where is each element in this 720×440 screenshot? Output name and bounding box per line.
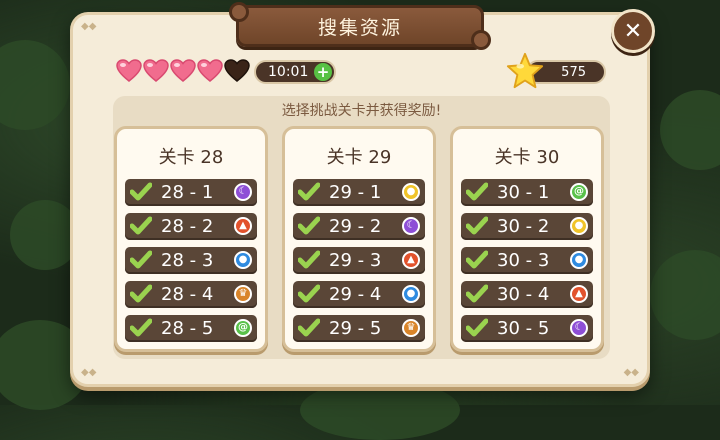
crown-icon: ♛ xyxy=(234,285,252,303)
fire-icon: ▲ xyxy=(570,285,588,303)
stage-title: 关卡 30 xyxy=(494,147,560,168)
lives-timer: 10:01 + xyxy=(254,60,336,84)
level-label: 29 - 1 xyxy=(329,182,382,203)
level-row[interactable]: 30 - 4 ▲ xyxy=(461,281,593,308)
level-label: 28 - 1 xyxy=(161,182,214,203)
checkmark-icon xyxy=(298,250,320,269)
checkmark-icon xyxy=(130,284,152,303)
stage-card: 关卡 30 30 - 1 @30 - 2 ● 30 - 3 ● 30 - 4 ▲ 30 - 5 ☾ xyxy=(450,126,604,352)
level-label: 29 - 2 xyxy=(329,216,382,237)
close-button[interactable]: ✕ xyxy=(611,9,655,53)
stage-title: 关卡 29 xyxy=(326,147,392,168)
heart-full-icon xyxy=(197,59,223,82)
level-label: 30 - 3 xyxy=(497,250,550,271)
checkmark-icon xyxy=(130,250,152,269)
stage-card: 关卡 28 28 - 1 ☾ 28 - 2 ▲ 28 - 3 ● 28 - 4 ♛ 28 - 5 @ xyxy=(114,126,268,352)
level-row[interactable]: 28 - 2 ▲ xyxy=(125,213,257,240)
level-row[interactable]: 30 - 1 @ xyxy=(461,179,593,206)
water-drop-icon: ● xyxy=(402,285,420,303)
banner-curl-icon xyxy=(471,30,491,50)
fire-icon: ▲ xyxy=(234,217,252,235)
level-row[interactable]: 30 - 2 ● xyxy=(461,213,593,240)
checkmark-icon xyxy=(298,182,320,201)
level-row[interactable]: 29 - 5 ♛ xyxy=(293,315,425,342)
level-row[interactable]: 29 - 3 ▲ xyxy=(293,247,425,274)
level-label: 28 - 4 xyxy=(161,284,214,305)
corner-ornament-icon: ◆◆ xyxy=(623,367,639,378)
level-label: 28 - 5 xyxy=(161,318,214,339)
level-row[interactable]: 29 - 4 ● xyxy=(293,281,425,308)
swirl-icon: @ xyxy=(570,183,588,201)
level-label: 30 - 4 xyxy=(497,284,550,305)
heart-full-icon xyxy=(143,59,169,82)
level-row[interactable]: 28 - 3 ● xyxy=(125,247,257,274)
heart-full-icon xyxy=(116,59,142,82)
water-drop-icon: ● xyxy=(234,251,252,269)
level-row[interactable]: 30 - 3 ● xyxy=(461,247,593,274)
level-row[interactable]: 28 - 5 @ xyxy=(125,315,257,342)
checkmark-icon xyxy=(466,250,488,269)
water-drop-icon: ● xyxy=(570,251,588,269)
checkmark-icon xyxy=(130,318,152,337)
checkmark-icon xyxy=(466,284,488,303)
stage-card: 关卡 29 29 - 1 ● 29 - 2 ☾ 29 - 3 ▲ 29 - 4 ● 29 - 5 ♛ xyxy=(282,126,436,352)
level-row[interactable]: 28 - 1 ☾ xyxy=(125,179,257,206)
stage-title: 关卡 28 xyxy=(158,147,224,168)
subtitle: 选择挑战关卡并获得奖励! xyxy=(281,103,442,119)
moon-icon: ☾ xyxy=(570,319,588,337)
close-icon: ✕ xyxy=(623,18,643,44)
checkmark-icon xyxy=(298,216,320,235)
level-label: 30 - 1 xyxy=(497,182,550,203)
star-icon xyxy=(506,52,544,89)
checkmark-icon xyxy=(298,318,320,337)
crown-icon: ♛ xyxy=(402,319,420,337)
title-banner: 搜集资源 xyxy=(229,2,491,50)
corner-ornament-icon: ◆◆ xyxy=(81,21,97,32)
dialog-title: 搜集资源 xyxy=(317,16,402,39)
moon-icon: ☾ xyxy=(402,217,420,235)
level-row[interactable]: 29 - 1 ● xyxy=(293,179,425,206)
level-label: 29 - 3 xyxy=(329,250,382,271)
star-count: 575 xyxy=(561,65,586,80)
checkmark-icon xyxy=(130,182,152,201)
level-label: 29 - 5 xyxy=(329,318,382,339)
corner-ornament-icon: ◆◆ xyxy=(81,367,97,378)
lives-hearts xyxy=(116,58,251,84)
banner-curl-icon xyxy=(229,2,249,22)
level-row[interactable]: 28 - 4 ♛ xyxy=(125,281,257,308)
checkmark-icon xyxy=(298,284,320,303)
level-label: 30 - 5 xyxy=(497,318,550,339)
checkmark-icon xyxy=(130,216,152,235)
fire-icon: ▲ xyxy=(402,251,420,269)
add-lives-button[interactable]: + xyxy=(314,63,332,81)
sun-icon: ● xyxy=(570,217,588,235)
checkmark-icon xyxy=(466,318,488,337)
level-label: 28 - 2 xyxy=(161,216,214,237)
timer-text: 10:01 xyxy=(268,64,309,80)
level-row[interactable]: 30 - 5 ☾ xyxy=(461,315,593,342)
checkmark-icon xyxy=(466,216,488,235)
heart-full-icon xyxy=(170,59,196,82)
heart-empty-icon xyxy=(224,59,250,82)
level-label: 28 - 3 xyxy=(161,250,214,271)
sun-icon: ● xyxy=(402,183,420,201)
level-label: 29 - 4 xyxy=(329,284,382,305)
checkmark-icon xyxy=(466,182,488,201)
level-label: 30 - 2 xyxy=(497,216,550,237)
moon-icon: ☾ xyxy=(234,183,252,201)
swirl-icon: @ xyxy=(234,319,252,337)
level-row[interactable]: 29 - 2 ☾ xyxy=(293,213,425,240)
